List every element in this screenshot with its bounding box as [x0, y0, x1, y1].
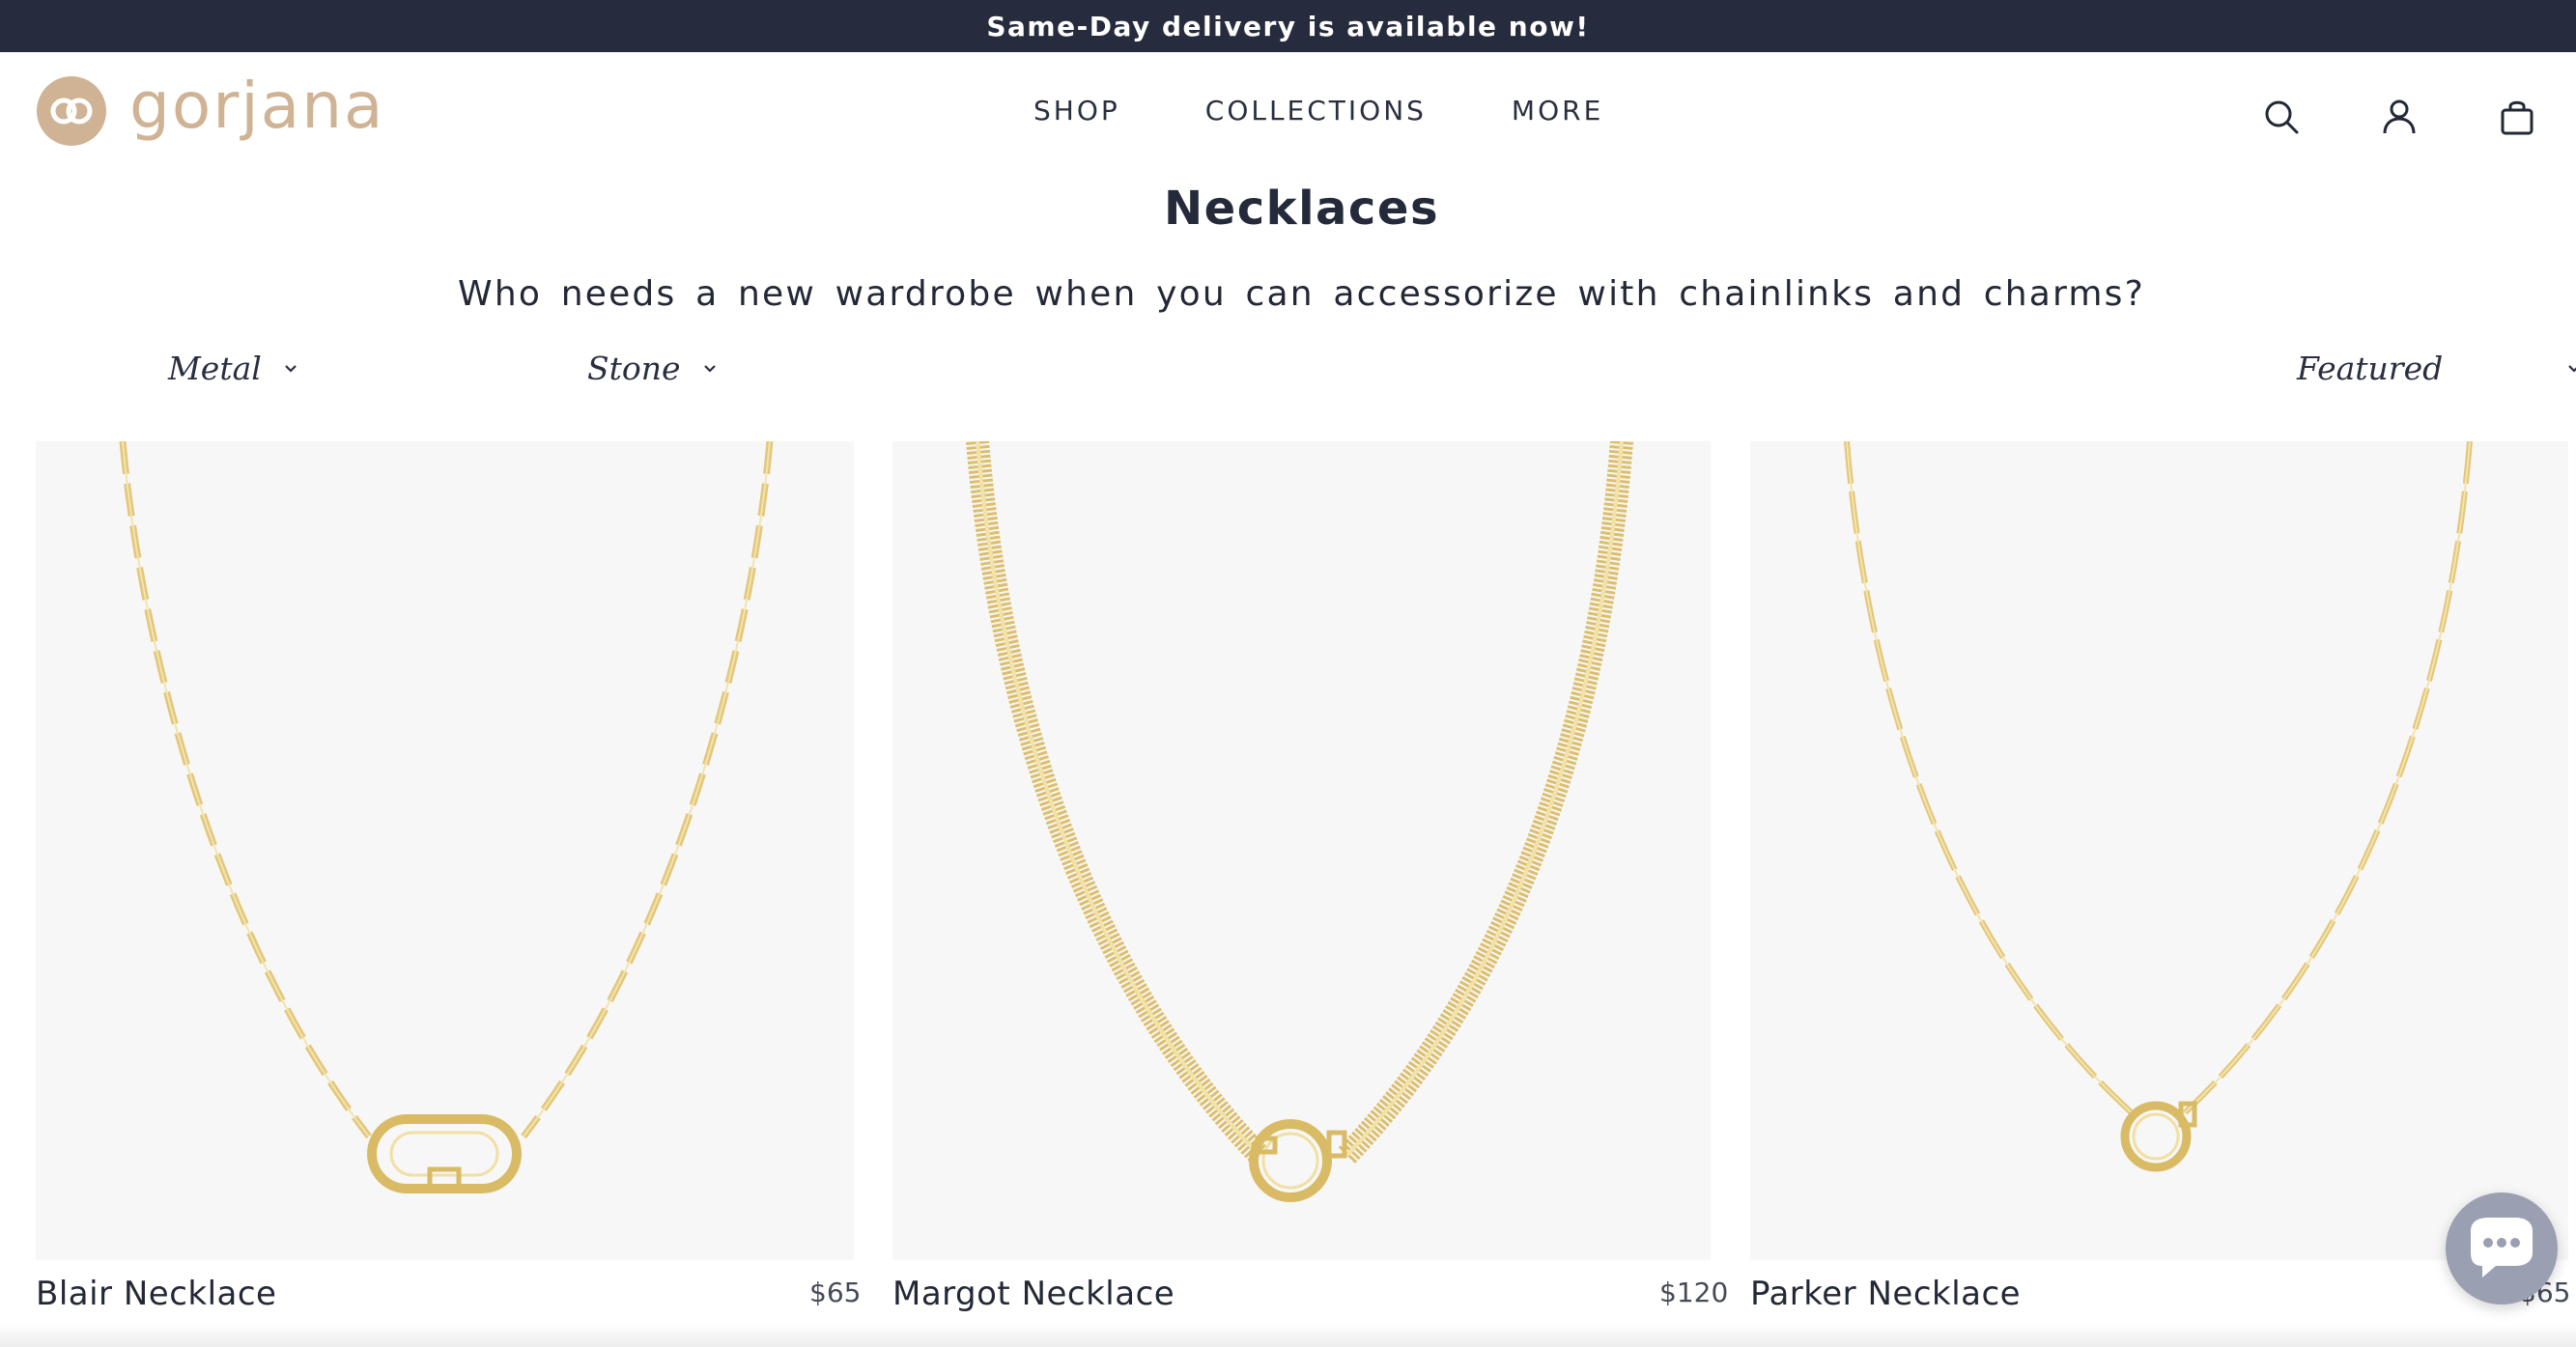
product-image-parker[interactable] — [1750, 441, 2568, 1260]
nav-more[interactable]: MORE — [1512, 95, 1603, 126]
chat-bubble-icon — [2471, 1218, 2533, 1277]
product-image-margot[interactable] — [892, 441, 1711, 1260]
sort-label: Featured — [2297, 350, 2444, 387]
chat-button[interactable] — [2446, 1193, 2558, 1305]
product-image-blair[interactable] — [36, 441, 854, 1260]
header-actions — [2261, 97, 2537, 137]
logo-wordmark: gorjana — [129, 68, 385, 143]
main-nav: SHOP COLLECTIONS MORE — [1033, 95, 1603, 126]
page-title: Necklaces — [1163, 182, 1440, 236]
chevron-down-icon — [285, 364, 297, 373]
chevron-down-icon — [703, 364, 716, 373]
stone-filter-label: Stone — [587, 350, 681, 387]
bottom-fade — [0, 1323, 2576, 1347]
announcement-text: Same-Day delivery is available now! — [986, 10, 1590, 42]
announcement-bar: Same-Day delivery is available now! — [0, 0, 2576, 52]
account-icon[interactable] — [2379, 97, 2420, 137]
metal-filter-dropdown[interactable]: Metal — [168, 350, 298, 387]
product-name[interactable]: Margot Necklace — [892, 1275, 1175, 1313]
page-subtitle: Who needs a new wardrobe when you can ac… — [458, 274, 2145, 314]
brand-logo-link[interactable]: gorjana — [37, 68, 385, 150]
search-icon[interactable] — [2261, 97, 2302, 137]
metal-filter-label: Metal — [168, 350, 262, 387]
sort-dropdown[interactable]: Featured — [2297, 350, 2576, 387]
product-price: $65 — [809, 1277, 862, 1308]
stone-filter-dropdown[interactable]: Stone — [587, 350, 718, 387]
product-name[interactable]: Blair Necklace — [36, 1275, 276, 1313]
chevron-down-icon — [2568, 364, 2576, 373]
product-price: $120 — [1659, 1277, 1729, 1308]
bag-icon[interactable] — [2497, 97, 2537, 137]
nav-shop[interactable]: SHOP — [1033, 95, 1120, 126]
nav-collections[interactable]: COLLECTIONS — [1205, 95, 1427, 126]
product-name[interactable]: Parker Necklace — [1750, 1275, 2021, 1313]
logo-icon — [37, 76, 106, 146]
